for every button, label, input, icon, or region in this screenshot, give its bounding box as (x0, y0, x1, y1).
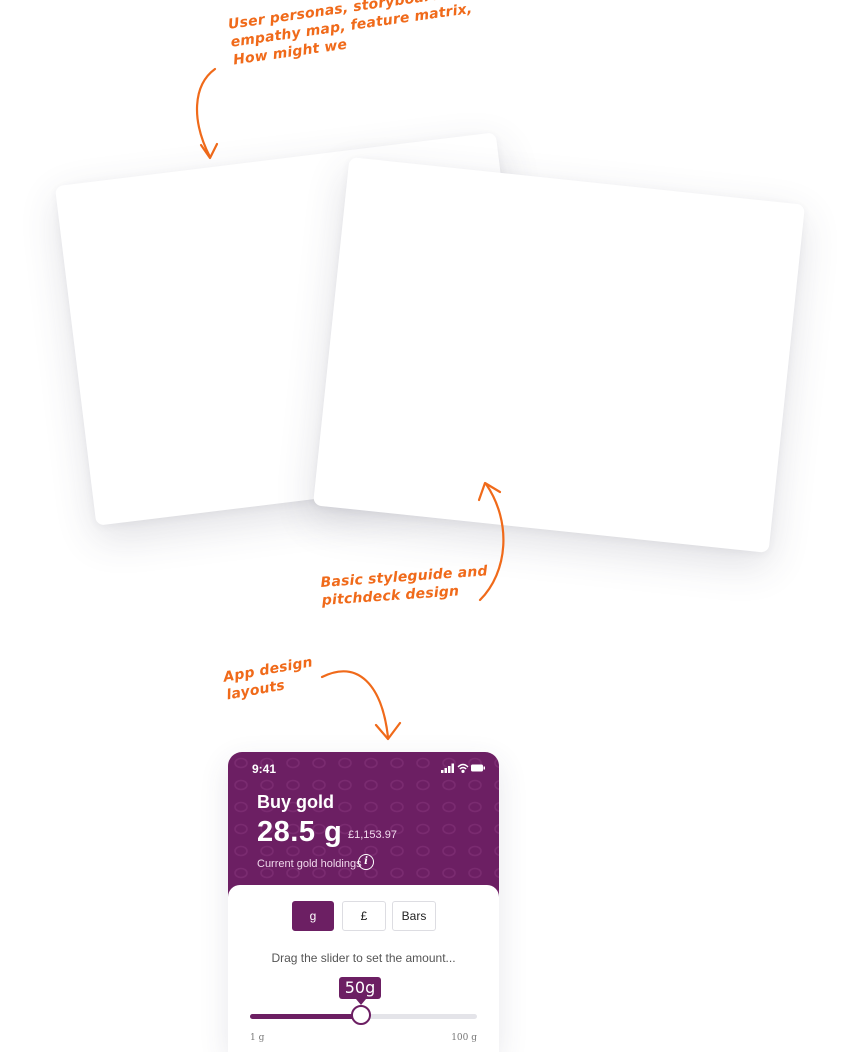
unit-tab-pounds[interactable]: £ (342, 901, 386, 931)
phone-header: 9:41 Buy gold 28.5 g £1,153.97 Current g… (228, 752, 499, 902)
gold-amount: 28.5 g (257, 816, 343, 848)
annotation-app: App design layouts (222, 653, 317, 704)
annotation-styleguide: Basic styleguide and pitchdeck design (320, 562, 490, 610)
arrow-app-icon (320, 670, 402, 741)
slider-max-label: 100 g (451, 1033, 477, 1043)
styleguide-artboard-card (312, 157, 806, 553)
holdings-label: Current gold holdings (257, 858, 362, 870)
page-title: Buy gold (257, 792, 334, 812)
annotation-research: User personas, storyboards, empathy map,… (227, 0, 476, 69)
unit-tab-bars[interactable]: Bars (392, 901, 436, 931)
status-time: 9:41 (252, 762, 277, 776)
signal-icon (441, 763, 454, 773)
info-icon[interactable]: i (358, 854, 374, 870)
unit-tab-grams[interactable]: g (292, 901, 334, 931)
wifi-icon (457, 763, 469, 773)
status-icons (441, 763, 485, 773)
gold-price: £1,153.97 (348, 829, 397, 841)
slider-value-tooltip: 50g (339, 977, 381, 1005)
buy-panel: g £ Bars Drag the slider to set the amou… (228, 885, 499, 1052)
slider-thumb[interactable] (351, 1005, 372, 1025)
slider-hint: Drag the slider to set the amount... (271, 951, 456, 965)
app-phone-mockup: 9:41 Buy gold 28.5 g £1,153.97 Current g… (228, 752, 499, 1052)
slider-min-label: 1 g (250, 1033, 265, 1043)
battery-icon (471, 764, 485, 772)
arrow-research-icon (195, 67, 219, 160)
slider-fill (250, 1014, 362, 1019)
